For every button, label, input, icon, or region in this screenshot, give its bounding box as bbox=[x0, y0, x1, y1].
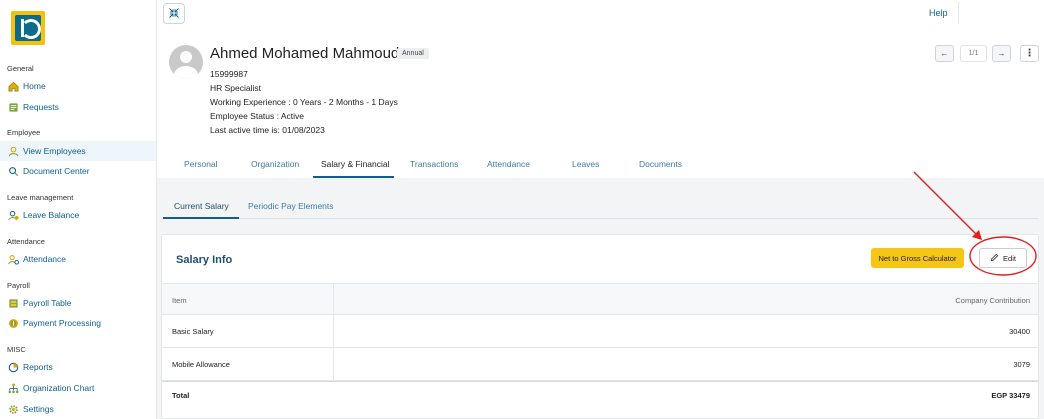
sidebar-item-leave-balance[interactable]: Leave Balance bbox=[0, 205, 156, 225]
employee-last-active: Last active time is: 01/08/2023 bbox=[210, 125, 325, 135]
total-label: Total bbox=[172, 391, 190, 400]
sidebar-item-label: Settings bbox=[23, 404, 54, 414]
sidebar-item-home[interactable]: Home bbox=[0, 76, 156, 96]
sidebar-item-label: Requests bbox=[23, 102, 59, 112]
org-chart-icon bbox=[7, 382, 19, 394]
nav-section-employee: Employee bbox=[7, 128, 41, 137]
sidebar-item-reports[interactable]: Reports bbox=[0, 357, 156, 377]
sidebar-item-view-employees[interactable]: View Employees bbox=[0, 141, 156, 161]
tab-transactions[interactable]: Transactions bbox=[410, 159, 458, 169]
tab-documents[interactable]: Documents bbox=[639, 159, 682, 169]
sidebar-item-attendance[interactable]: Attendance bbox=[0, 249, 156, 269]
sidebar-item-document-center[interactable]: Document Center bbox=[0, 161, 156, 181]
user-icon bbox=[7, 145, 19, 157]
table-row: Mobile Allowance 3079 bbox=[162, 348, 1038, 381]
sidebar-item-label: Reports bbox=[23, 362, 53, 372]
salary-info-card: Salary Info Net to Gross Calculator Edit… bbox=[161, 234, 1039, 419]
sidebar-item-label: View Employees bbox=[23, 146, 86, 156]
sidebar-item-label: Payroll Table bbox=[23, 298, 72, 308]
table-header: Item Company Contribution bbox=[162, 283, 1038, 315]
nav-section-general: General bbox=[7, 64, 34, 73]
sidebar-item-label: Document Center bbox=[23, 166, 90, 176]
sidebar-item-label: Organization Chart bbox=[23, 383, 95, 393]
edit-button[interactable]: Edit bbox=[979, 248, 1027, 268]
sidebar-item-requests[interactable]: Requests bbox=[0, 97, 156, 117]
column-header-item: Item bbox=[172, 296, 187, 305]
edit-button-label: Edit bbox=[1003, 253, 1016, 263]
app-logo[interactable] bbox=[11, 11, 45, 45]
total-row: Total EGP 33479 bbox=[162, 381, 1038, 409]
table-row: Basic Salary 30400 bbox=[162, 315, 1038, 348]
pencil-icon bbox=[990, 253, 999, 264]
employee-experience: Working Experience : 0 Years - 2 Months … bbox=[210, 97, 398, 107]
topbar-divider bbox=[958, 2, 959, 24]
payroll-table-icon bbox=[7, 297, 19, 309]
document-center-icon bbox=[7, 165, 19, 177]
tab-attendance[interactable]: Attendance bbox=[487, 159, 530, 169]
arrow-right-icon: → bbox=[997, 49, 1006, 58]
subtab-periodic-pay-elements[interactable]: Periodic Pay Elements bbox=[248, 201, 334, 211]
net-to-gross-calculator-button[interactable]: Net to Gross Calculator bbox=[871, 248, 964, 268]
home-icon bbox=[7, 80, 19, 92]
nav-section-misc: MISC bbox=[7, 345, 26, 354]
collapse-sidebar-button[interactable] bbox=[163, 3, 185, 24]
employee-job-title: HR Specialist bbox=[210, 83, 262, 93]
avatar bbox=[169, 45, 203, 79]
payment-processing-icon bbox=[7, 317, 19, 329]
tab-organization[interactable]: Organization bbox=[251, 159, 299, 169]
sidebar-item-payment-processing[interactable]: Payment Processing bbox=[0, 313, 156, 333]
previous-employee-button[interactable]: ← bbox=[935, 45, 954, 62]
profile-tabs: Personal Organization Salary & Financial… bbox=[157, 152, 1044, 178]
total-value: EGP 33479 bbox=[991, 391, 1030, 400]
arrow-left-icon: ← bbox=[940, 49, 949, 58]
shrink-arrows-icon bbox=[168, 7, 180, 21]
tab-salary-financial[interactable]: Salary & Financial bbox=[321, 159, 390, 169]
card-title: Salary Info bbox=[176, 254, 233, 266]
nav-section-attendance: Attendance bbox=[7, 237, 45, 246]
requests-icon bbox=[7, 101, 19, 113]
logo-mark-icon bbox=[15, 15, 41, 41]
tab-personal[interactable]: Personal bbox=[184, 159, 218, 169]
sidebar-item-label: Home bbox=[23, 81, 46, 91]
attendance-icon bbox=[7, 253, 19, 265]
employee-id: 15999987 bbox=[210, 69, 248, 79]
column-divider bbox=[333, 284, 334, 314]
more-options-button[interactable]: ⋮ bbox=[1020, 45, 1039, 62]
help-link[interactable]: Help bbox=[929, 8, 948, 18]
sidebar-item-label: Payment Processing bbox=[23, 318, 101, 328]
column-divider bbox=[333, 348, 334, 380]
kebab-menu-icon: ⋮ bbox=[1024, 48, 1035, 59]
sidebar-item-settings[interactable]: Settings bbox=[0, 399, 156, 419]
subtab-current-salary[interactable]: Current Salary bbox=[174, 201, 229, 211]
leave-balance-icon bbox=[7, 209, 19, 221]
tab-leaves[interactable]: Leaves bbox=[572, 159, 599, 169]
employee-status: Employee Status : Active bbox=[210, 111, 305, 121]
row-item: Mobile Allowance bbox=[172, 360, 230, 369]
contract-type-badge: Annual bbox=[397, 48, 429, 59]
sidebar: General Home Requests Employee View Empl… bbox=[0, 0, 157, 419]
column-divider bbox=[333, 315, 334, 347]
nav-section-leave-management: Leave management bbox=[7, 193, 74, 202]
sidebar-item-payroll-table[interactable]: Payroll Table bbox=[0, 293, 156, 313]
sidebar-item-label: Leave Balance bbox=[23, 210, 80, 220]
sidebar-item-label: Attendance bbox=[23, 254, 67, 264]
gear-icon bbox=[7, 403, 19, 415]
sidebar-item-organization-chart[interactable]: Organization Chart bbox=[0, 378, 156, 398]
active-subtab-indicator bbox=[163, 217, 239, 219]
row-item: Basic Salary bbox=[172, 327, 214, 336]
column-header-company-contribution: Company Contribution bbox=[955, 296, 1030, 305]
employee-name: Ahmed Mohamed Mahmoud bbox=[210, 45, 400, 62]
salary-subtabs: Current Salary Periodic Pay Elements bbox=[161, 192, 1039, 219]
reports-icon bbox=[7, 361, 19, 373]
nav-section-payroll: Payroll bbox=[7, 281, 30, 290]
pager-count: 1/1 bbox=[960, 45, 987, 62]
next-employee-button[interactable]: → bbox=[992, 45, 1011, 62]
row-value: 30400 bbox=[1009, 327, 1030, 336]
row-value: 3079 bbox=[1013, 360, 1030, 369]
